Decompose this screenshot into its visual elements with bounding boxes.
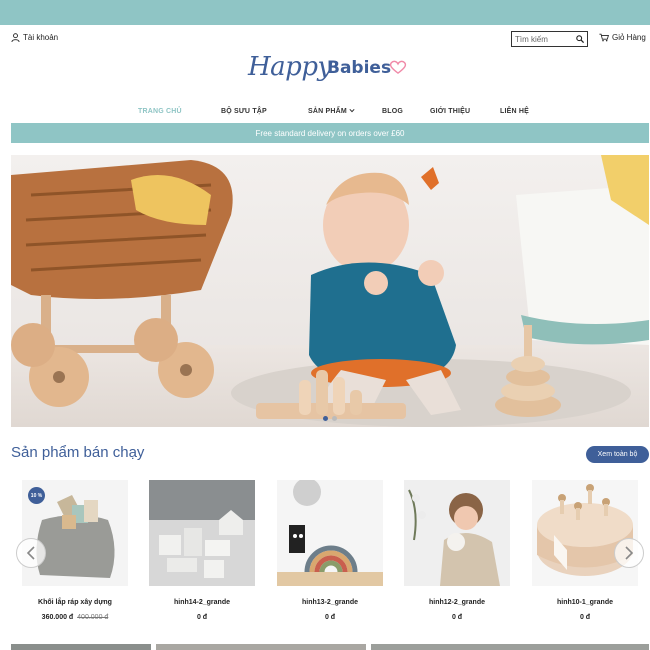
discount-badge: 10 % — [28, 487, 45, 504]
cart-icon — [599, 33, 609, 42]
nav-item-about[interactable]: GIỚI THIỆU — [430, 108, 470, 115]
cart-link[interactable]: Giỏ Hàng 0 — [599, 33, 650, 42]
section-title: Sản phẩm bán chạy — [11, 444, 145, 461]
product-name[interactable]: Khối lắp ráp xây dựng — [22, 599, 128, 606]
product-old-price: 400.000 đ — [77, 614, 109, 621]
nav-item-contact[interactable]: LIÊN HỆ — [500, 108, 529, 115]
nav-item-collections[interactable]: BỘ SƯU TẬP — [221, 108, 267, 115]
nav-item-products-label: SẢN PHẨM — [308, 108, 347, 115]
search-icon — [576, 35, 584, 43]
promo-banner: Free standard delivery on orders over £6… — [11, 123, 649, 143]
account-link[interactable]: Tài khoản — [11, 33, 58, 42]
product-image[interactable] — [532, 480, 638, 586]
main-nav: TRANG CHỦ BỘ SƯU TẬP SẢN PHẨM BLOG GIỚI … — [0, 108, 650, 118]
chevron-down-icon — [349, 108, 355, 113]
hero-slider[interactable] — [11, 155, 649, 427]
view-all-button[interactable]: Xem toàn bộ — [586, 446, 649, 463]
product-image[interactable] — [277, 480, 383, 586]
chevron-right-icon — [625, 546, 634, 560]
product-card[interactable]: hinh12-2_grande 0 đ — [404, 480, 510, 621]
product-name[interactable]: hinh13-2_grande — [277, 599, 383, 606]
product-price: 0 đ — [324, 614, 336, 621]
collection-banner-2[interactable] — [156, 644, 366, 650]
product-current-price: 360.000 đ — [41, 614, 74, 621]
search-box — [511, 31, 588, 47]
search-button[interactable] — [574, 32, 586, 46]
product-image[interactable] — [404, 480, 510, 586]
product-card[interactable]: hinh13-2_grande 0 đ — [277, 480, 383, 621]
carousel-prev-button[interactable] — [16, 538, 46, 568]
product-name[interactable]: hinh14-2_grande — [149, 599, 255, 606]
hero-image — [11, 155, 649, 427]
product-name[interactable]: hinh12-2_grande — [404, 599, 510, 606]
nav-item-blog[interactable]: BLOG — [382, 108, 403, 115]
site-logo[interactable]: Happy Babies — [248, 52, 410, 88]
slider-dot-1[interactable] — [323, 416, 328, 421]
chevron-left-icon — [26, 546, 35, 560]
product-price: 0 đ — [451, 614, 463, 621]
collection-banner-1[interactable] — [11, 644, 151, 650]
product-name[interactable]: hinh10-1_grande — [532, 599, 638, 606]
search-input[interactable] — [512, 32, 574, 46]
user-icon — [11, 33, 20, 42]
product-image[interactable] — [149, 480, 255, 586]
slider-dots — [323, 416, 337, 421]
logo-word-babies: Babies — [327, 58, 392, 78]
product-price: 360.000 đ 400.000 đ — [22, 614, 128, 621]
cart-label: Giỏ Hàng — [612, 33, 646, 42]
top-bar — [0, 0, 650, 25]
heart-icon — [389, 60, 407, 74]
nav-item-products[interactable]: SẢN PHẨM — [308, 108, 355, 115]
product-price: 0 đ — [579, 614, 591, 621]
account-label: Tài khoản — [23, 33, 59, 42]
slider-dot-2[interactable] — [332, 416, 337, 421]
collection-banner-3[interactable] — [371, 644, 649, 650]
product-price: 0 đ — [196, 614, 208, 621]
product-card[interactable]: hinh14-2_grande 0 đ — [149, 480, 255, 621]
nav-item-home[interactable]: TRANG CHỦ — [138, 108, 182, 115]
product-image[interactable]: 10 % — [22, 480, 128, 586]
logo-word-happy: Happy — [248, 52, 332, 82]
carousel-next-button[interactable] — [614, 538, 644, 568]
